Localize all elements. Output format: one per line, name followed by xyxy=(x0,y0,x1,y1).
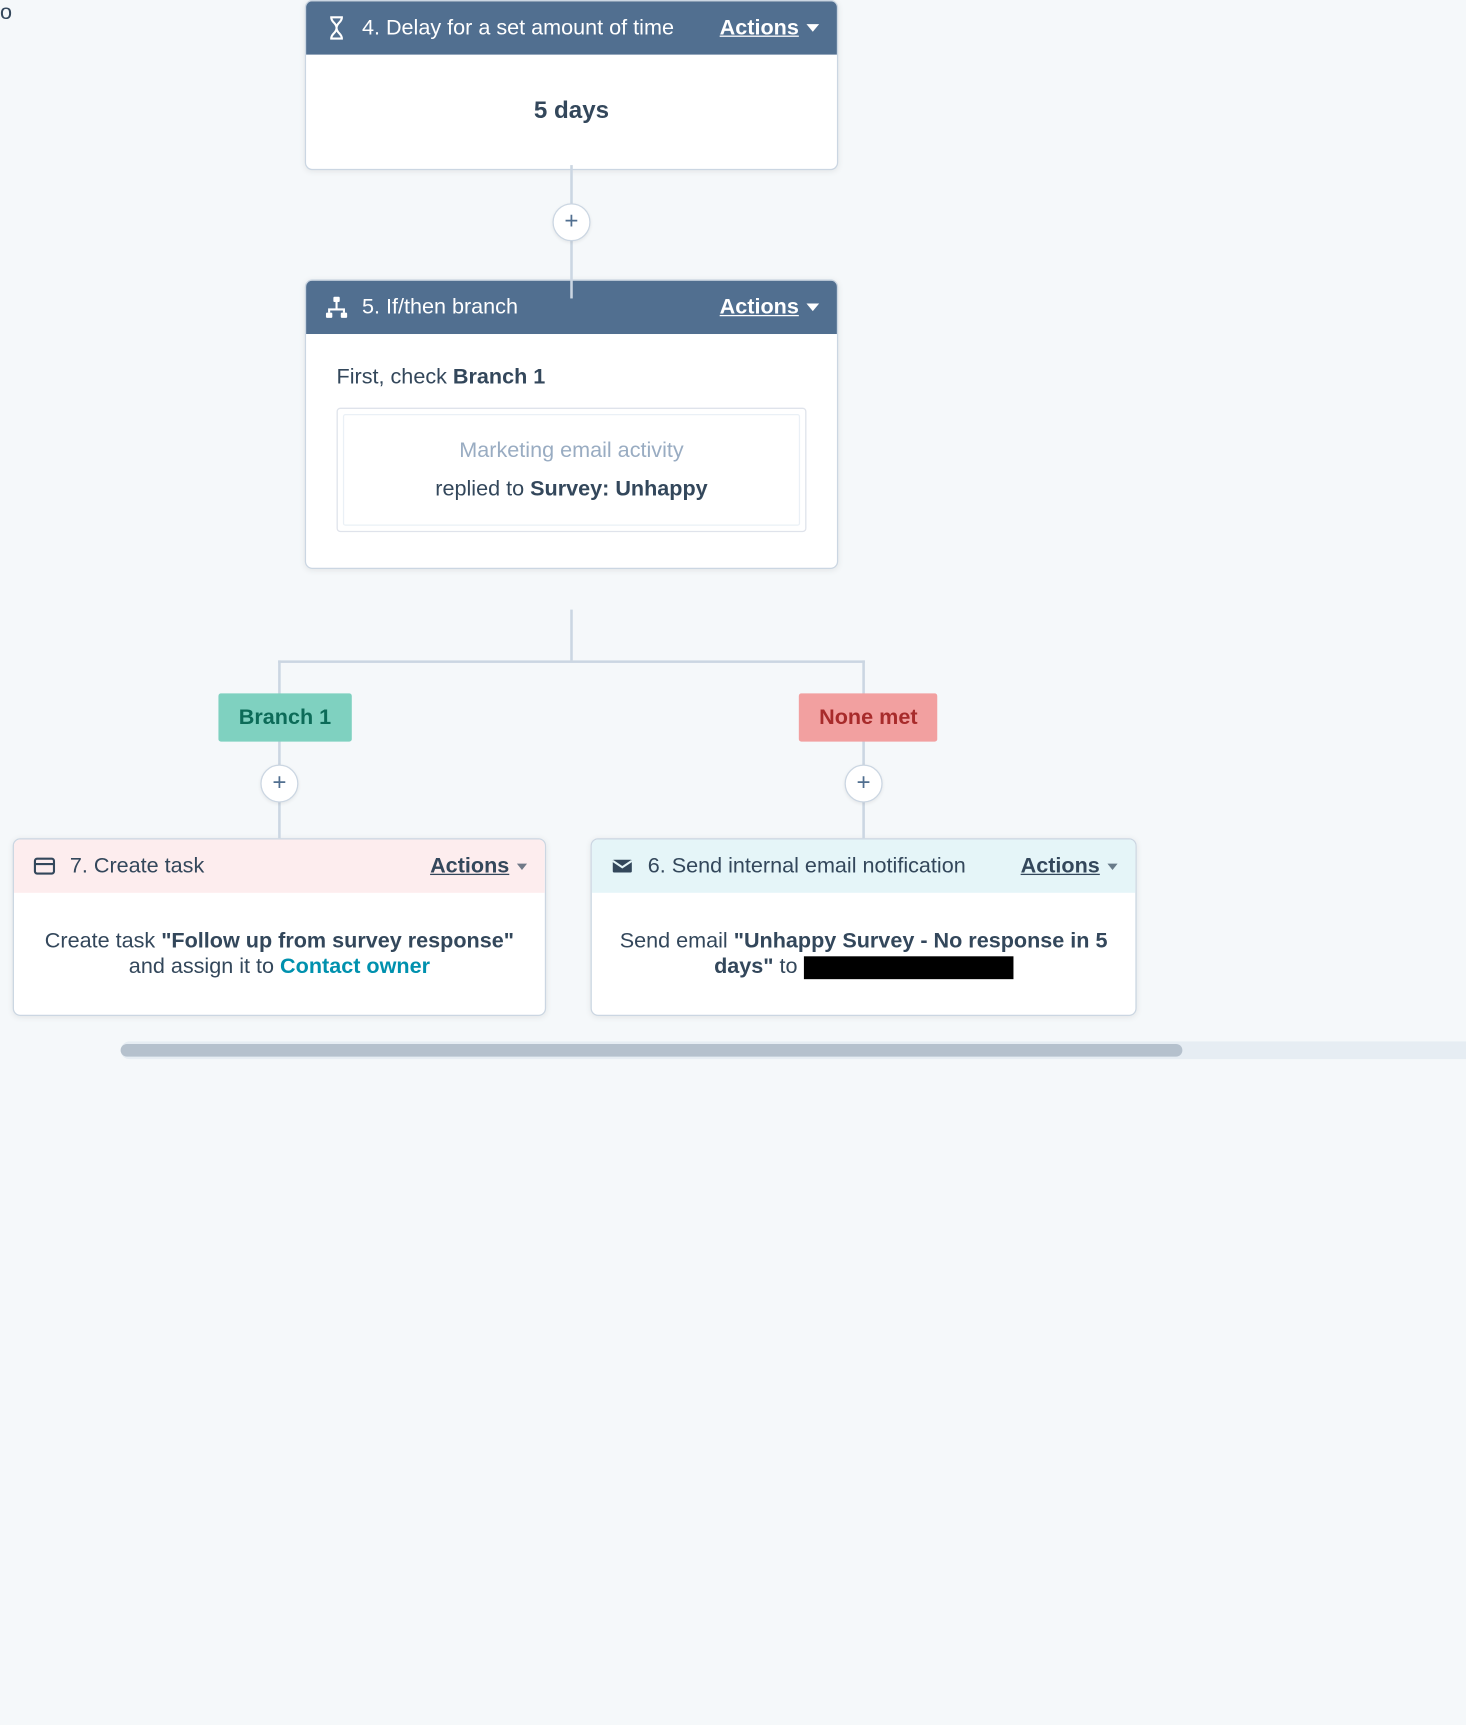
card-delay-title: 4. Delay for a set amount of time xyxy=(362,15,674,40)
card-branch-body: First, check Branch 1 Marketing email ac… xyxy=(306,334,837,568)
add-step-button[interactable]: + xyxy=(552,203,590,241)
connector-line xyxy=(862,660,865,838)
plus-icon: + xyxy=(564,208,578,236)
scrollbar-thumb[interactable] xyxy=(121,1044,1183,1057)
connector-line xyxy=(278,660,865,663)
card-create-task-header[interactable]: 7. Create task Actions xyxy=(14,839,545,892)
delay-value: 5 days xyxy=(534,98,609,125)
plus-icon: + xyxy=(272,770,286,798)
branch-condition: Marketing email activity replied to Surv… xyxy=(343,414,800,526)
connector-line xyxy=(278,660,281,838)
task-icon xyxy=(32,853,57,878)
card-branch-title: 5. If/then branch xyxy=(362,295,518,320)
chevron-down-icon xyxy=(517,863,527,869)
redacted-recipient xyxy=(804,956,1014,979)
condition-category: Marketing email activity xyxy=(362,438,781,463)
actions-label: Actions xyxy=(720,15,799,40)
envelope-icon xyxy=(610,853,635,878)
card-send-email-title: 6. Send internal email notification xyxy=(648,853,966,878)
horizontal-scrollbar[interactable] xyxy=(121,1041,1466,1059)
card-delay-body: 5 days xyxy=(306,55,837,169)
actions-label: Actions xyxy=(430,853,509,878)
plus-icon: + xyxy=(857,770,871,798)
actions-menu-email[interactable]: Actions xyxy=(1021,853,1118,878)
card-delay-header[interactable]: 4. Delay for a set amount of time Action… xyxy=(306,1,837,54)
branch-check-text: First, check Branch 1 xyxy=(337,364,807,389)
contact-owner-link[interactable]: Contact owner xyxy=(280,954,430,978)
actions-label: Actions xyxy=(1021,853,1100,878)
hourglass-icon xyxy=(324,15,349,40)
chevron-down-icon xyxy=(806,24,819,32)
card-send-email[interactable]: 6. Send internal email notification Acti… xyxy=(591,838,1137,1016)
branch-label-branch1: Branch 1 xyxy=(218,693,351,741)
offscreen-fragment: o xyxy=(0,0,18,30)
add-step-button-left[interactable]: + xyxy=(260,765,298,803)
actions-menu-task[interactable]: Actions xyxy=(430,853,527,878)
chevron-down-icon xyxy=(806,304,819,312)
branch-label-nonemet: None met xyxy=(799,693,938,741)
card-create-task-title: 7. Create task xyxy=(70,853,204,878)
sitemap-icon xyxy=(324,295,349,320)
card-create-task[interactable]: 7. Create task Actions Create task "Foll… xyxy=(13,838,546,1016)
chevron-down-icon xyxy=(1107,863,1117,869)
card-delay[interactable]: 4. Delay for a set amount of time Action… xyxy=(305,0,838,170)
actions-menu-branch[interactable]: Actions xyxy=(720,295,819,320)
card-send-email-header[interactable]: 6. Send internal email notification Acti… xyxy=(592,839,1136,892)
add-step-button-right[interactable]: + xyxy=(845,765,883,803)
card-send-email-body: Send email "Unhappy Survey - No response… xyxy=(592,893,1136,1015)
card-branch[interactable]: 5. If/then branch Actions First, check B… xyxy=(305,279,838,569)
card-create-task-body: Create task "Follow up from survey respo… xyxy=(14,893,545,1015)
connector-line xyxy=(570,610,573,661)
actions-menu-delay[interactable]: Actions xyxy=(720,15,819,40)
branch-condition-box[interactable]: Marketing email activity replied to Surv… xyxy=(337,408,807,532)
actions-label: Actions xyxy=(720,295,799,320)
